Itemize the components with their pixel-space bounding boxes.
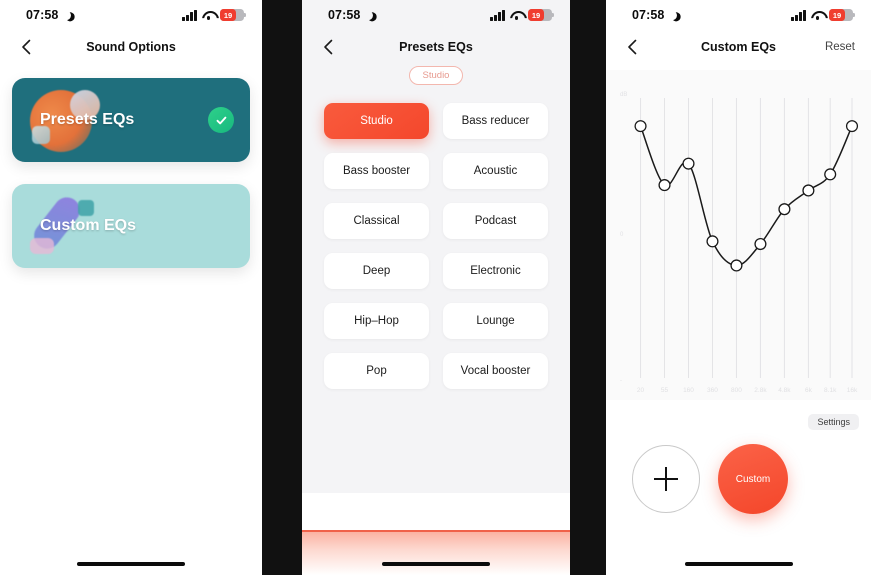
battery-icon: 19 bbox=[528, 8, 555, 22]
bottom-white-band bbox=[302, 493, 570, 531]
preset-button-electronic[interactable]: Electronic bbox=[443, 253, 548, 289]
preset-button-bass-reducer[interactable]: Bass reducer bbox=[443, 103, 548, 139]
svg-text:160: 160 bbox=[683, 387, 694, 394]
svg-text:0: 0 bbox=[620, 232, 624, 238]
panel-gutter bbox=[262, 0, 302, 575]
check-circle-icon bbox=[208, 107, 234, 133]
preset-button-lounge[interactable]: Lounge bbox=[443, 303, 548, 339]
wifi-icon bbox=[510, 10, 523, 20]
page-title: Sound Options bbox=[86, 40, 176, 54]
preset-grid: Studio Bass reducer Bass booster Acousti… bbox=[302, 85, 570, 389]
profile-button-custom[interactable]: Custom bbox=[718, 444, 788, 514]
svg-text:4.8k: 4.8k bbox=[778, 387, 791, 394]
status-bar: 07:58 19 bbox=[302, 0, 570, 30]
bottom-gradient-glow bbox=[302, 532, 570, 575]
svg-text:2.8k: 2.8k bbox=[754, 387, 767, 394]
svg-text:-: - bbox=[620, 378, 622, 384]
back-chevron-left-icon[interactable] bbox=[16, 37, 36, 57]
eq-curve-svg[interactable]: 20 55 160 360 800 2.8k 4.8k 6k 8.1k 16k dB 0 - bbox=[606, 70, 871, 400]
profile-label: Custom bbox=[735, 473, 771, 485]
moon-icon bbox=[667, 9, 679, 21]
preset-button-pop[interactable]: Pop bbox=[324, 353, 429, 389]
panel-gutter bbox=[570, 0, 606, 575]
phone-screen-presets-eqs: 07:58 19 Presets EQs Studio Studio Bass … bbox=[302, 0, 570, 575]
svg-text:dB: dB bbox=[620, 92, 627, 98]
card-presets-eqs[interactable]: Presets EQs bbox=[12, 78, 250, 162]
preset-button-vocal-booster[interactable]: Vocal booster bbox=[443, 353, 548, 389]
svg-text:55: 55 bbox=[661, 387, 669, 394]
battery-icon: 19 bbox=[829, 8, 856, 22]
battery-level-label: 19 bbox=[531, 10, 541, 20]
svg-text:6k: 6k bbox=[805, 387, 813, 394]
svg-text:360: 360 bbox=[707, 387, 718, 394]
battery-level-label: 19 bbox=[832, 10, 842, 20]
moon-icon bbox=[61, 9, 73, 21]
moon-icon bbox=[363, 9, 375, 21]
nav-bar: Presets EQs bbox=[302, 30, 570, 64]
battery-level-label: 19 bbox=[223, 10, 233, 20]
signal-bars-icon bbox=[791, 9, 806, 21]
decorative-blob bbox=[78, 200, 94, 216]
svg-text:800: 800 bbox=[731, 387, 742, 394]
svg-text:8.1k: 8.1k bbox=[824, 387, 837, 394]
sound-option-card-list: Presets EQs Custom EQs bbox=[0, 64, 262, 268]
home-indicator[interactable] bbox=[77, 561, 185, 566]
preset-button-bass-booster[interactable]: Bass booster bbox=[324, 153, 429, 189]
svg-text:20: 20 bbox=[637, 387, 645, 394]
preset-button-acoustic[interactable]: Acoustic bbox=[443, 153, 548, 189]
home-indicator[interactable] bbox=[382, 561, 490, 566]
status-icons: 19 bbox=[490, 8, 555, 22]
wifi-icon bbox=[202, 10, 215, 20]
add-profile-button[interactable] bbox=[632, 445, 700, 513]
svg-text:16k: 16k bbox=[847, 387, 858, 394]
status-time-label: 07:58 bbox=[328, 8, 361, 22]
plus-icon bbox=[654, 467, 678, 491]
decorative-blob bbox=[30, 238, 54, 254]
signal-bars-icon bbox=[490, 9, 505, 21]
preset-button-hip-hop[interactable]: Hip–Hop bbox=[324, 303, 429, 339]
custom-eq-controls: Settings Custom bbox=[606, 400, 871, 555]
preset-button-studio[interactable]: Studio bbox=[324, 103, 429, 139]
wifi-icon bbox=[811, 10, 824, 20]
nav-bar: Sound Options bbox=[0, 30, 262, 64]
back-chevron-left-icon[interactable] bbox=[318, 37, 338, 57]
status-time-label: 07:58 bbox=[632, 8, 665, 22]
status-icons: 19 bbox=[791, 8, 856, 22]
settings-button[interactable]: Settings bbox=[808, 414, 859, 430]
status-bar: 07:58 19 bbox=[606, 0, 871, 30]
preset-button-classical[interactable]: Classical bbox=[324, 203, 429, 239]
status-bar: 07:58 19 bbox=[0, 0, 262, 30]
eq-profile-row: Custom bbox=[632, 444, 788, 514]
card-label: Presets EQs bbox=[40, 111, 135, 128]
status-time: 07:58 bbox=[632, 8, 677, 22]
phone-screen-custom-eqs: 07:58 19 Custom EQs Reset 20 55 160 360 800 2… bbox=[606, 0, 871, 575]
battery-icon: 19 bbox=[220, 8, 247, 22]
nav-bar: Custom EQs Reset bbox=[606, 30, 871, 64]
card-label: Custom EQs bbox=[40, 217, 137, 234]
status-icons: 19 bbox=[182, 8, 247, 22]
preset-button-podcast[interactable]: Podcast bbox=[443, 203, 548, 239]
card-custom-eqs[interactable]: Custom EQs bbox=[12, 184, 250, 268]
back-chevron-left-icon[interactable] bbox=[622, 37, 642, 57]
status-time-label: 07:58 bbox=[26, 8, 59, 22]
page-title: Presets EQs bbox=[399, 40, 473, 54]
reset-button[interactable]: Reset bbox=[825, 41, 855, 53]
signal-bars-icon bbox=[182, 9, 197, 21]
preset-button-deep[interactable]: Deep bbox=[324, 253, 429, 289]
phone-screen-sound-options: 07:58 19 Sound Options Presets EQs Custo… bbox=[0, 0, 262, 575]
three-phone-screens: 07:58 19 Sound Options Presets EQs Custo… bbox=[0, 0, 871, 575]
status-time: 07:58 bbox=[328, 8, 373, 22]
eq-chart[interactable]: 20 55 160 360 800 2.8k 4.8k 6k 8.1k 16k dB 0 - bbox=[606, 70, 871, 400]
status-time: 07:58 bbox=[26, 8, 71, 22]
current-preset-badge[interactable]: Studio bbox=[408, 66, 464, 85]
home-indicator[interactable] bbox=[684, 561, 793, 566]
